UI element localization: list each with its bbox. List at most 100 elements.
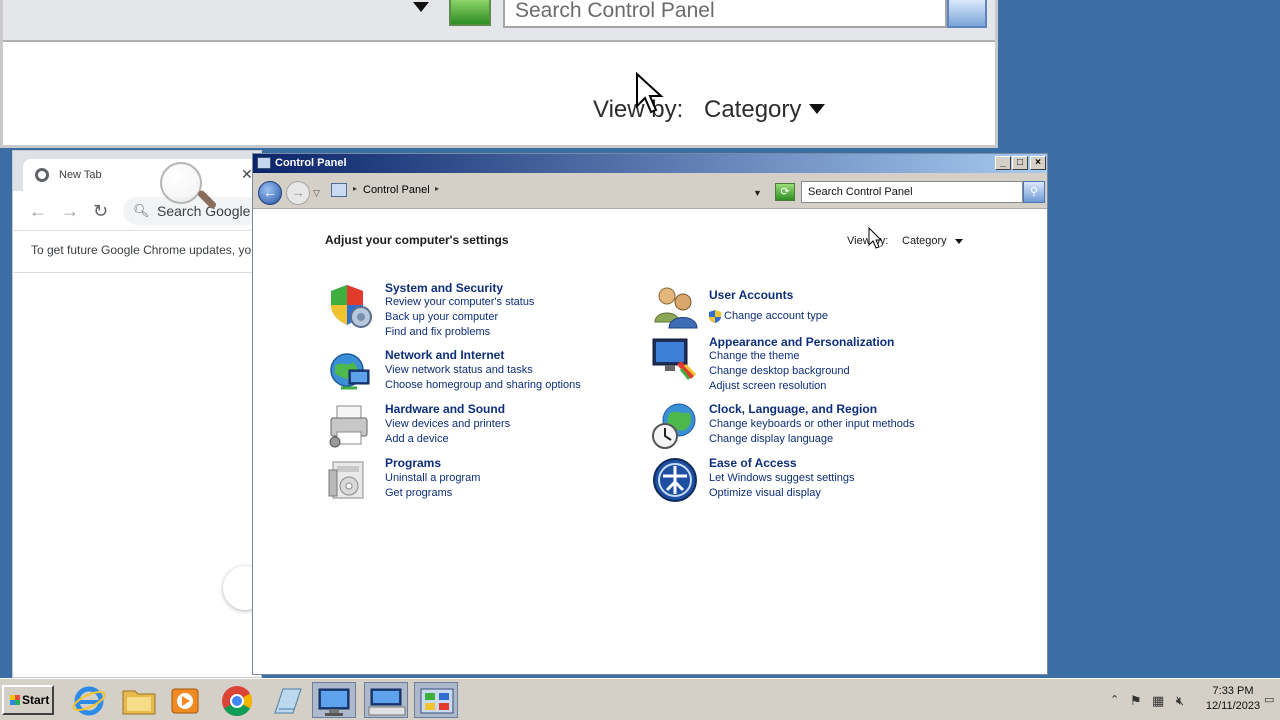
keyboard-icon	[368, 688, 406, 716]
network-globe-icon[interactable]	[327, 348, 375, 396]
category-link[interactable]: Uninstall a program	[385, 472, 480, 484]
uac-shield-icon	[709, 310, 721, 326]
forward-button[interactable]: →	[286, 181, 310, 205]
chrome-toolbar: ← → ↻ 🔍︎ Search Google	[13, 191, 261, 231]
category-title[interactable]: Clock, Language, and Region	[709, 402, 877, 416]
system-tray: ⌃ ⚑ ▦ 🔇︎ 7:33 PM 12/11/2023 ▭	[1102, 679, 1280, 720]
category-link[interactable]: Change account type	[724, 310, 828, 322]
category-link[interactable]: Get programs	[385, 487, 452, 499]
search-icon[interactable]	[947, 0, 987, 28]
omnibox-placeholder: Search Google	[157, 203, 251, 219]
search-input[interactable]: Search Control Panel	[801, 181, 1023, 203]
category-link[interactable]: Back up your computer	[385, 311, 498, 323]
action-center-icon[interactable]: ⚑	[1130, 693, 1142, 709]
category-link[interactable]: Change the theme	[709, 350, 800, 362]
category-link[interactable]: View network status and tasks	[385, 364, 533, 376]
chevron-down-icon[interactable]	[809, 104, 825, 114]
category-title[interactable]: System and Security	[385, 281, 503, 295]
taskbar-notepad[interactable]	[264, 682, 308, 718]
users-icon[interactable]	[651, 282, 699, 330]
notepad-icon	[274, 688, 302, 714]
magnified-toolbar: Search Control Panel	[3, 0, 995, 42]
page-title: Adjust your computer's settings	[325, 233, 509, 247]
control-panel-icon	[420, 688, 454, 714]
back-arrow-icon[interactable]: ←	[29, 201, 47, 222]
taskbar: Start ⌃ ⚑ ▦ 🔇︎ 7:33 PM 12/11/2023 ▭	[0, 678, 1280, 720]
chevron-down-icon[interactable]: ▼	[753, 188, 762, 198]
category-title[interactable]: Ease of Access	[709, 456, 797, 470]
taskbar-chrome[interactable]	[214, 682, 258, 718]
taskbar-control-panel[interactable]	[414, 682, 458, 718]
refresh-icon[interactable]	[449, 0, 491, 26]
search-icon: 🔍︎	[133, 203, 150, 218]
chrome-window: New Tab ✕ ← → ↻ 🔍︎ Search Google To get …	[12, 150, 262, 678]
address-field[interactable]: ▸ Control Panel ▸	[327, 180, 769, 202]
back-button[interactable]: ←	[258, 181, 282, 205]
taskbar-file-explorer[interactable]	[116, 682, 160, 718]
media-player-icon	[171, 688, 199, 714]
category-title[interactable]: Network and Internet	[385, 348, 504, 362]
forward-arrow-icon[interactable]: →	[61, 201, 79, 222]
category-link[interactable]: Optimize visual display	[709, 487, 821, 499]
view-by-dropdown[interactable]: Category	[902, 235, 947, 247]
taskbar-remote-desktop[interactable]	[312, 682, 356, 718]
minimize-button[interactable]: _	[995, 156, 1011, 170]
taskbar-on-screen-keyboard[interactable]	[364, 682, 408, 718]
chevron-down-icon[interactable]	[955, 239, 963, 244]
close-button[interactable]: ×	[1030, 156, 1046, 170]
shield-icon[interactable]	[327, 281, 375, 329]
tab-title: New Tab	[59, 169, 102, 181]
breadcrumb-arrow-icon[interactable]: ▸	[435, 184, 439, 193]
category-link[interactable]: Choose homegroup and sharing options	[385, 379, 581, 391]
show-hidden-icons-icon[interactable]: ⌃	[1110, 693, 1119, 706]
omnibox-input[interactable]: 🔍︎ Search Google	[123, 197, 261, 225]
taskbar-internet-explorer[interactable]	[66, 682, 110, 718]
network-icon[interactable]: ▦	[1152, 693, 1164, 709]
category-title[interactable]: User Accounts	[709, 288, 793, 302]
monitor-icon	[318, 688, 350, 716]
control-panel-icon	[257, 157, 271, 169]
maximize-button[interactable]: □	[1012, 156, 1028, 170]
chrome-icon	[222, 686, 253, 717]
chrome-tab-new-tab[interactable]: New Tab ✕	[23, 159, 261, 191]
internet-explorer-icon	[72, 686, 106, 716]
category-link[interactable]: Change keyboards or other input methods	[709, 418, 914, 430]
taskbar-media-player[interactable]	[162, 682, 206, 718]
magnified-control-panel-view: Search Control Panel View by: Category	[0, 0, 998, 148]
volume-muted-icon[interactable]: 🔇︎	[1176, 693, 1184, 709]
category-title[interactable]: Hardware and Sound	[385, 402, 505, 416]
monitor-paint-icon[interactable]	[651, 335, 699, 383]
category-link[interactable]: Change display language	[709, 433, 833, 445]
chevron-down-icon[interactable]	[413, 2, 429, 12]
recent-pages-arrow-icon[interactable]: ▽	[313, 188, 320, 199]
magnifier-icon[interactable]	[160, 162, 202, 204]
control-panel-content: Adjust your computer's settings View by:…	[253, 210, 1047, 674]
magnified-view-by-dropdown[interactable]: Category	[704, 96, 801, 124]
category-link[interactable]: Review your computer's status	[385, 296, 534, 308]
category-link[interactable]: Add a device	[385, 433, 449, 445]
clock[interactable]: 7:33 PM 12/11/2023	[1198, 684, 1268, 714]
breadcrumb-arrow-icon[interactable]: ▸	[353, 184, 357, 193]
category-title[interactable]: Appearance and Personalization	[709, 335, 894, 349]
start-label: Start	[22, 693, 50, 707]
printer-icon[interactable]	[327, 402, 375, 450]
search-icon[interactable]: ⚲	[1023, 181, 1045, 203]
window-title: Control Panel	[275, 157, 347, 169]
refresh-button[interactable]: ⟳	[775, 183, 795, 201]
magnified-search-input[interactable]: Search Control Panel	[503, 0, 947, 28]
reload-icon[interactable]: ↻	[93, 201, 108, 222]
category-link[interactable]: Change desktop background	[709, 365, 850, 377]
category-link[interactable]: Let Windows suggest settings	[709, 472, 855, 484]
close-icon[interactable]: ✕	[241, 166, 253, 183]
start-button[interactable]: Start	[2, 685, 54, 715]
mouse-cursor-icon	[636, 72, 664, 114]
ease-of-access-icon[interactable]	[651, 456, 699, 504]
category-link[interactable]: Find and fix problems	[385, 326, 490, 338]
category-link[interactable]: View devices and printers	[385, 418, 510, 430]
category-link[interactable]: Adjust screen resolution	[709, 380, 826, 392]
breadcrumb-control-panel[interactable]: Control Panel	[363, 184, 430, 196]
programs-icon[interactable]	[327, 456, 375, 504]
category-title[interactable]: Programs	[385, 456, 441, 470]
notification-icon[interactable]: ▭	[1264, 693, 1274, 706]
clock-globe-icon[interactable]	[651, 402, 699, 450]
